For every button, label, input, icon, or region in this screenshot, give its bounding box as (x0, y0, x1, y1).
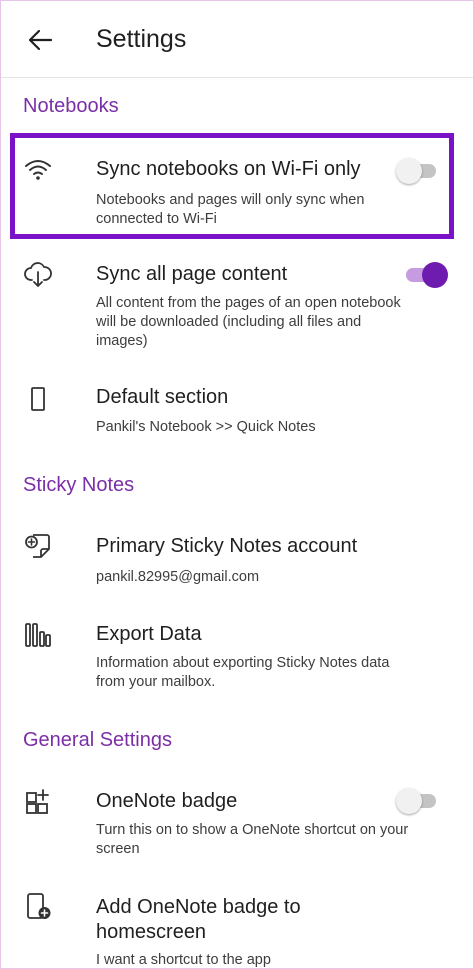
setting-description: Pankil's Notebook >> Quick Notes (96, 419, 316, 435)
setting-sync-all-page-content[interactable]: Sync all page content All content from t… (1, 251, 473, 361)
setting-description: Turn this on to show a OneNote shortcut … (96, 822, 409, 857)
setting-description: I want a shortcut to the app (96, 952, 271, 968)
sticky-note-add-icon (25, 534, 50, 558)
page-title: Settings (96, 25, 187, 53)
highlight-box (10, 133, 454, 239)
setting-title: Primary Sticky Notes account (96, 535, 358, 557)
setting-description: All content from the pages of an open no… (96, 295, 401, 349)
phone-add-icon (27, 893, 51, 919)
library-icon (25, 623, 51, 647)
setting-onenote-badge[interactable]: OneNote badge Turn this on to show a One… (1, 781, 473, 867)
settings-screen: Settings Notebooks Sync notebooks on Wi-… (0, 0, 474, 969)
arrow-left-icon[interactable] (27, 27, 53, 53)
cloud-download-icon (24, 262, 52, 287)
setting-title: Sync all page content (96, 263, 288, 285)
sync-all-toggle[interactable] (404, 261, 448, 289)
setting-title: OneNote badge (96, 790, 238, 812)
setting-description: Information about exporting Sticky Notes… (96, 655, 390, 690)
setting-title: Export Data (96, 623, 202, 645)
section-icon (31, 387, 45, 411)
setting-title: Add OneNote badge to homescreen (96, 896, 301, 943)
setting-add-onenote-badge[interactable]: Add OneNote badge to homescreen I want a… (1, 887, 473, 968)
setting-title: Default section (96, 386, 229, 408)
account-email: pankil.82995@gmail.com (96, 569, 260, 585)
section-header-notebooks: Notebooks (23, 95, 119, 117)
section-header-general-settings: General Settings (23, 729, 172, 751)
app-bar: Settings (1, 1, 473, 78)
setting-export-data[interactable]: Export Data Information about exporting … (1, 615, 473, 701)
onenote-badge-toggle[interactable] (396, 787, 440, 815)
grid-add-icon (26, 789, 49, 814)
section-header-sticky-notes: Sticky Notes (23, 474, 135, 496)
setting-default-section[interactable]: Default section Pankil's Notebook >> Qui… (1, 379, 473, 445)
setting-primary-sticky-account[interactable]: Primary Sticky Notes account pankil.8299… (1, 529, 473, 595)
